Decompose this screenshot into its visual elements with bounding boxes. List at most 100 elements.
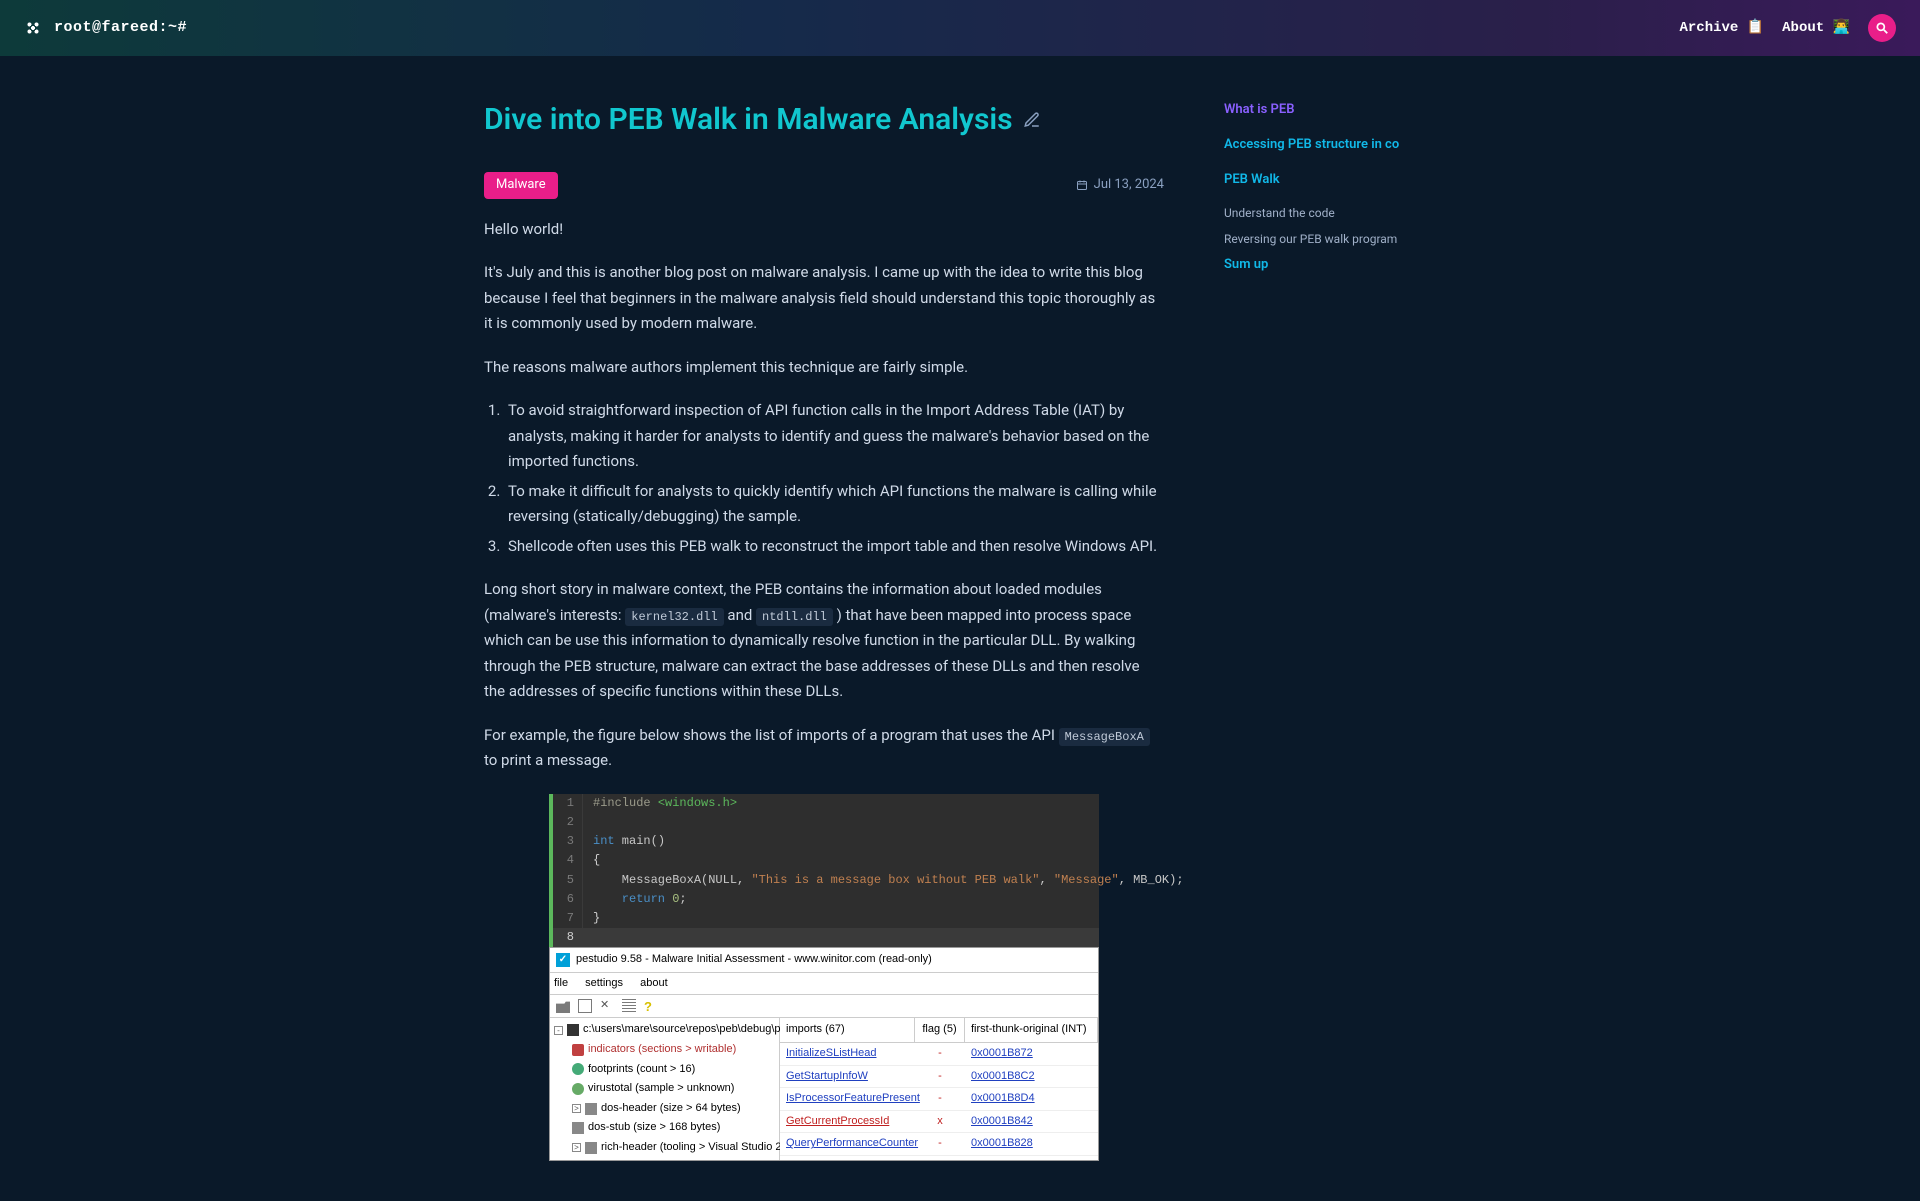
paragraph: Long short story in malware context, the… <box>484 577 1164 705</box>
open-icon[interactable] <box>556 999 570 1013</box>
code-token: MessageBoxA(NULL, <box>593 873 751 887</box>
code-token: , MB_OK); <box>1119 873 1184 887</box>
toc-peb-walk[interactable]: PEB Walk <box>1224 170 1424 191</box>
tree-collapse-icon[interactable]: - <box>554 1026 563 1035</box>
inline-code: MessageBoxA <box>1059 728 1150 746</box>
pestudio-titlebar: ✓ pestudio 9.58 - Malware Initial Assess… <box>550 948 1098 973</box>
code-editor: 1#include <windows.h> 2 3int main() 4{ 5… <box>549 794 1099 948</box>
import-address[interactable]: 0x0001B828 <box>965 1133 1098 1155</box>
table-row[interactable]: IsProcessorFeaturePresent-0x0001B8D4 <box>780 1088 1098 1111</box>
tree-label: c:\users\mare\source\repos\peb\debug\peb… <box>583 1021 814 1039</box>
code-token: "Message" <box>1054 873 1119 887</box>
richheader-icon <box>585 1142 597 1154</box>
main-nav: Archive 📋 About 👨‍💻 <box>1680 14 1897 42</box>
ordered-list: To avoid straightforward inspection of A… <box>504 398 1164 559</box>
save-icon[interactable] <box>578 999 592 1013</box>
import-address[interactable]: 0x0001B872 <box>965 1043 1098 1065</box>
menu-file[interactable]: file <box>554 977 568 989</box>
pestudio-toolbar <box>550 995 1098 1018</box>
import-name[interactable]: QueryPerformanceCounter <box>780 1133 915 1155</box>
import-flag: - <box>915 1088 965 1110</box>
list-item: To make it difficult for analysts to qui… <box>504 479 1164 530</box>
line-number: 1 <box>553 794 583 813</box>
table-row[interactable]: QueryPerformanceCounter-0x0001B828 <box>780 1133 1098 1156</box>
pestudio-imports-table: imports (67) flag (5) first-thunk-origin… <box>780 1018 1098 1159</box>
help-icon[interactable] <box>644 999 658 1013</box>
logo-icon <box>24 19 42 37</box>
search-icon <box>1875 21 1889 35</box>
site-header: root@fareed:~# Archive 📋 About 👨‍💻 <box>0 0 1920 56</box>
paragraph: For example, the figure below shows the … <box>484 723 1164 774</box>
tree-dosstub[interactable]: dos-stub (size > 168 bytes) <box>550 1118 779 1138</box>
pestudio-title: pestudio 9.58 - Malware Initial Assessme… <box>576 951 932 969</box>
line-number: 5 <box>553 871 583 890</box>
table-header: imports (67) flag (5) first-thunk-origin… <box>780 1018 1098 1043</box>
calendar-icon <box>1076 179 1088 191</box>
import-address[interactable]: 0x0001B8C2 <box>965 1066 1098 1088</box>
paragraph: It's July and this is another blog post … <box>484 260 1164 337</box>
edit-icon[interactable] <box>1023 111 1041 129</box>
table-row[interactable]: GetCurrentProcessIdx0x0001B842 <box>780 1111 1098 1134</box>
import-address[interactable]: 0x0001B842 <box>965 1111 1098 1133</box>
text: and <box>724 606 756 624</box>
toc-accessing-peb[interactable]: Accessing PEB structure in co <box>1224 135 1424 156</box>
pestudio-app-icon: ✓ <box>556 953 570 967</box>
toc-reversing[interactable]: Reversing our PEB walk program <box>1224 230 1424 249</box>
import-name[interactable]: IsProcessorFeaturePresent <box>780 1088 915 1110</box>
tree-indicators[interactable]: indicators (sections > writable) <box>550 1040 779 1060</box>
nav-archive[interactable]: Archive 📋 <box>1680 17 1765 39</box>
pestudio-window: ✓ pestudio 9.58 - Malware Initial Assess… <box>549 947 1099 1160</box>
dosstub-icon <box>572 1122 584 1134</box>
tree-richheader[interactable]: >rich-header (tooling > Visual Studio 20… <box>550 1138 779 1158</box>
code-token: int <box>593 834 615 848</box>
article: Dive into PEB Walk in Malware Analysis M… <box>484 96 1164 1161</box>
import-name[interactable]: GetCurrentProcessId <box>780 1111 915 1133</box>
tag-malware[interactable]: Malware <box>484 172 558 199</box>
toc-what-is-peb[interactable]: What is PEB <box>1224 100 1424 121</box>
import-name[interactable]: InitializeSListHead <box>780 1043 915 1065</box>
toc-understand-code[interactable]: Understand the code <box>1224 204 1424 223</box>
code-token: "This is a message box without PEB walk" <box>751 873 1039 887</box>
tree-label: footprints (count > 16) <box>588 1061 695 1079</box>
line-number: 7 <box>553 909 583 928</box>
import-name[interactable]: GetStartupInfoW <box>780 1066 915 1088</box>
tree-root[interactable]: -c:\users\mare\source\repos\peb\debug\pe… <box>550 1020 779 1040</box>
tree-dosheader[interactable]: >dos-header (size > 64 bytes) <box>550 1099 779 1119</box>
exe-icon <box>567 1024 579 1036</box>
tree-label: dos-stub (size > 168 bytes) <box>588 1119 720 1137</box>
table-of-contents: What is PEB Accessing PEB structure in c… <box>1224 96 1424 1161</box>
table-row[interactable]: InitializeSListHead-0x0001B872 <box>780 1043 1098 1066</box>
line-number: 3 <box>553 832 583 851</box>
close-icon[interactable] <box>600 999 614 1013</box>
code-token: ; <box>679 892 686 906</box>
search-button[interactable] <box>1868 14 1896 42</box>
col-imports[interactable]: imports (67) <box>780 1018 915 1042</box>
header-brand[interactable]: root@fareed:~# <box>24 16 187 40</box>
tree-label: virustotal (sample > unknown) <box>588 1080 734 1098</box>
toc-sum-up[interactable]: Sum up <box>1224 255 1424 276</box>
menu-about[interactable]: about <box>640 977 668 989</box>
nav-about[interactable]: About 👨‍💻 <box>1782 17 1850 39</box>
paragraph: Hello world! <box>484 217 1164 243</box>
article-date-text: Jul 13, 2024 <box>1094 175 1164 196</box>
tree-expand-icon[interactable]: > <box>572 1104 581 1113</box>
site-title: root@fareed:~# <box>54 16 187 40</box>
col-flag[interactable]: flag (5) <box>915 1018 965 1042</box>
import-address[interactable]: 0x0001B8D4 <box>965 1088 1098 1110</box>
dosheader-icon <box>585 1103 597 1115</box>
col-thunk[interactable]: first-thunk-original (INT) <box>965 1018 1098 1042</box>
list-icon[interactable] <box>622 999 636 1013</box>
list-item: To avoid straightforward inspection of A… <box>504 398 1164 475</box>
menu-settings[interactable]: settings <box>585 977 623 989</box>
table-row[interactable]: GetStartupInfoW-0x0001B8C2 <box>780 1066 1098 1089</box>
pestudio-menubar: file settings about <box>550 973 1098 996</box>
code-token: <windows.h> <box>658 796 737 810</box>
import-flag: x <box>915 1111 965 1133</box>
line-number: 6 <box>553 890 583 909</box>
tree-footprints[interactable]: footprints (count > 16) <box>550 1060 779 1080</box>
tree-virustotal[interactable]: virustotal (sample > unknown) <box>550 1079 779 1099</box>
tree-expand-icon[interactable]: > <box>572 1143 581 1152</box>
tree-label: indicators (sections > writable) <box>588 1041 736 1059</box>
list-item: Shellcode often uses this PEB walk to re… <box>504 534 1164 560</box>
virustotal-icon <box>572 1083 584 1095</box>
